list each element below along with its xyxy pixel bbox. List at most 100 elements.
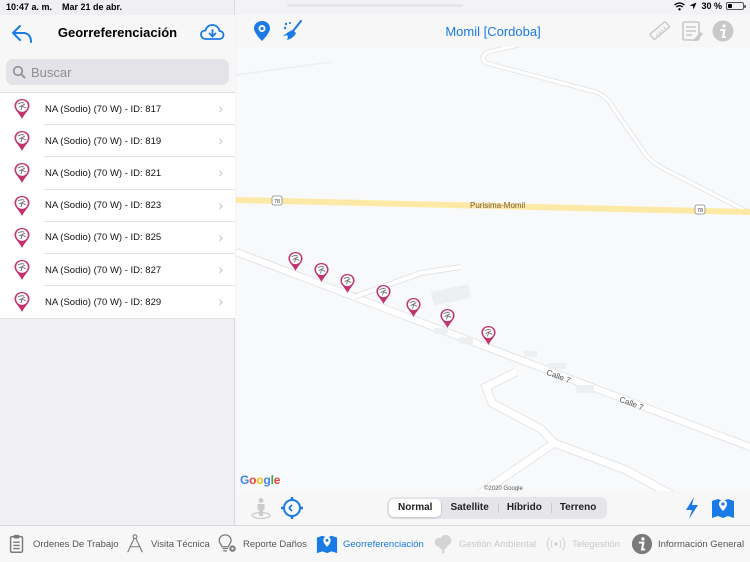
street-view-person-icon[interactable] [249, 496, 273, 520]
lamp-marker-icon [13, 259, 31, 281]
map-title: Momil [Cordoba] [445, 24, 541, 39]
tab-label: Gestión Ambiental [459, 538, 537, 550]
tab-gestion-ambiental[interactable]: Gestión Ambiental [432, 532, 536, 556]
svg-text:78: 78 [274, 199, 280, 205]
lightning-icon[interactable] [683, 496, 701, 520]
map-type-hbrido[interactable]: Híbrido [497, 499, 551, 517]
lamp-map-marker[interactable] [375, 284, 392, 305]
lamp-map-marker[interactable] [439, 308, 456, 329]
south-street [469, 368, 678, 503]
lamp-list-item[interactable]: NA (Sodio) (70 W) - ID: 821 › [0, 157, 235, 190]
lamp-marker-icon [13, 291, 31, 313]
info-icon[interactable] [711, 19, 735, 43]
search-bar [0, 52, 235, 92]
lamp-list-item[interactable]: NA (Sodio) (70 W) - ID: 817 › [0, 93, 235, 126]
building [524, 351, 537, 357]
battery-icon [726, 2, 746, 10]
lamp-item-label: NA (Sodio) (70 W) - ID: 819 [45, 135, 162, 147]
lamp-map-marker[interactable] [313, 262, 330, 283]
tab-label: Reporte Daños [243, 538, 307, 550]
bulb-gear-icon [218, 534, 236, 552]
chevron-right-icon: › [218, 164, 223, 181]
info-icon [631, 533, 653, 555]
lamp-item-label: NA (Sodio) (70 W) - ID: 821 [45, 167, 162, 179]
rural-road [481, 39, 750, 215]
left-panel: Georreferenciación NA (Sodio) (70 W) - I… [0, 0, 235, 525]
tab-label: Visita Técnica [151, 538, 210, 550]
route-shield-78-right: 78 [694, 204, 706, 215]
compass-tool-icon [127, 534, 143, 553]
minor-road [236, 61, 332, 76]
map-type-satellite[interactable]: Satellite [441, 499, 497, 517]
clipboard-icon [9, 534, 24, 553]
map-bottom-bar: Normal Satellite Híbrido Terreno [236, 491, 750, 525]
map-pin-icon[interactable] [711, 496, 735, 520]
chevron-right-icon: › [218, 132, 223, 149]
lamp-marker-icon [13, 98, 31, 120]
lamp-list-item[interactable]: NA (Sodio) (70 W) - ID: 827 › [0, 254, 235, 287]
map-toolbar: Momil [Cordoba] [236, 15, 750, 47]
building [430, 284, 472, 306]
status-date: Mar 21 de abr. [62, 2, 123, 12]
ruler-icon[interactable] [648, 19, 672, 43]
building [576, 385, 594, 393]
building [459, 337, 473, 344]
search-input[interactable] [31, 64, 211, 80]
list-edit-icon[interactable] [680, 19, 704, 43]
tab-label: Información General [658, 538, 745, 550]
search-field[interactable] [6, 59, 229, 85]
route-shield-78-left: 78 [271, 195, 283, 206]
tab-ordenes-de-trabajo[interactable]: Ordenes De Trabajo [6, 532, 119, 556]
lamp-item-label: NA (Sodio) (70 W) - ID: 823 [45, 200, 162, 212]
highway-label: Purisima-Momil [470, 201, 526, 210]
google-logo: Google [240, 473, 281, 487]
wifi-icon [674, 1, 686, 10]
left-header: Georreferenciación [0, 15, 235, 52]
rural-road-outline [480, 38, 750, 216]
lamp-list-item[interactable]: NA (Sodio) (70 W) - ID: 825 › [0, 222, 235, 255]
tab-label: Ordenes De Trabajo [33, 538, 119, 550]
chevron-right-icon: › [218, 100, 223, 116]
map-view[interactable]: 78 78 Purisima-Momil Calle 7 Calle 7 Goo… [236, 15, 750, 525]
status-time: 10:47 a. m. [6, 2, 53, 12]
map-type-normal[interactable]: Normal [389, 499, 442, 517]
cloud-download-button[interactable] [199, 21, 225, 45]
tree-icon [434, 534, 452, 554]
multitask-indicator[interactable] [287, 4, 463, 7]
battery-percent: 30 % [701, 1, 722, 11]
tab-reporte-danos[interactable]: Reporte Daños [216, 532, 307, 556]
search-icon [12, 65, 26, 79]
lamp-marker-icon [13, 130, 31, 152]
status-indicators: 30 % [674, 1, 746, 11]
tab-telegestion[interactable]: Telegestión [545, 532, 620, 556]
map-type-selector: Normal Satellite Híbrido Terreno [387, 497, 608, 519]
map-type-terreno[interactable]: Terreno [550, 499, 606, 517]
locate-me-icon[interactable] [280, 496, 304, 520]
tab-visita-tecnica[interactable]: Visita Técnica [124, 532, 210, 556]
location-arrow-icon [689, 2, 697, 10]
antenna-icon [546, 537, 566, 551]
tab-label: Georreferenciación [343, 538, 424, 550]
tab-bar: Ordenes De Trabajo Visita Técnica Report… [0, 525, 750, 562]
lamp-item-label: NA (Sodio) (70 W) - ID: 817 [45, 103, 162, 115]
lamp-item-label: NA (Sodio) (70 W) - ID: 829 [45, 296, 162, 308]
chevron-right-icon: › [218, 196, 223, 213]
chevron-right-icon: › [218, 293, 223, 310]
chevron-right-icon: › [218, 228, 223, 245]
status-bar: 10:47 a. m. Mar 21 de abr. 30 % [0, 0, 750, 15]
lamp-list-item[interactable]: NA (Sodio) (70 W) - ID: 823 › [0, 190, 235, 222]
map-pin-icon [316, 535, 338, 554]
lamp-list-item[interactable]: NA (Sodio) (70 W) - ID: 829 › [0, 286, 235, 318]
lamp-map-marker[interactable] [480, 325, 497, 346]
lamp-map-marker[interactable] [287, 251, 304, 272]
lamp-item-label: NA (Sodio) (70 W) - ID: 825 [45, 232, 162, 244]
lamp-item-label: NA (Sodio) (70 W) - ID: 827 [45, 264, 162, 276]
tab-georreferenciacion[interactable]: Georreferenciación [316, 532, 424, 556]
tab-informacion-general[interactable]: Información General [631, 532, 744, 556]
lamp-map-marker[interactable] [339, 273, 356, 294]
lamp-list-item[interactable]: NA (Sodio) (70 W) - ID: 819 › [0, 125, 235, 158]
svg-text:78: 78 [697, 208, 703, 214]
tab-label: Telegestión [572, 538, 621, 550]
lamp-marker-icon [13, 195, 31, 217]
lamp-map-marker[interactable] [405, 297, 422, 318]
